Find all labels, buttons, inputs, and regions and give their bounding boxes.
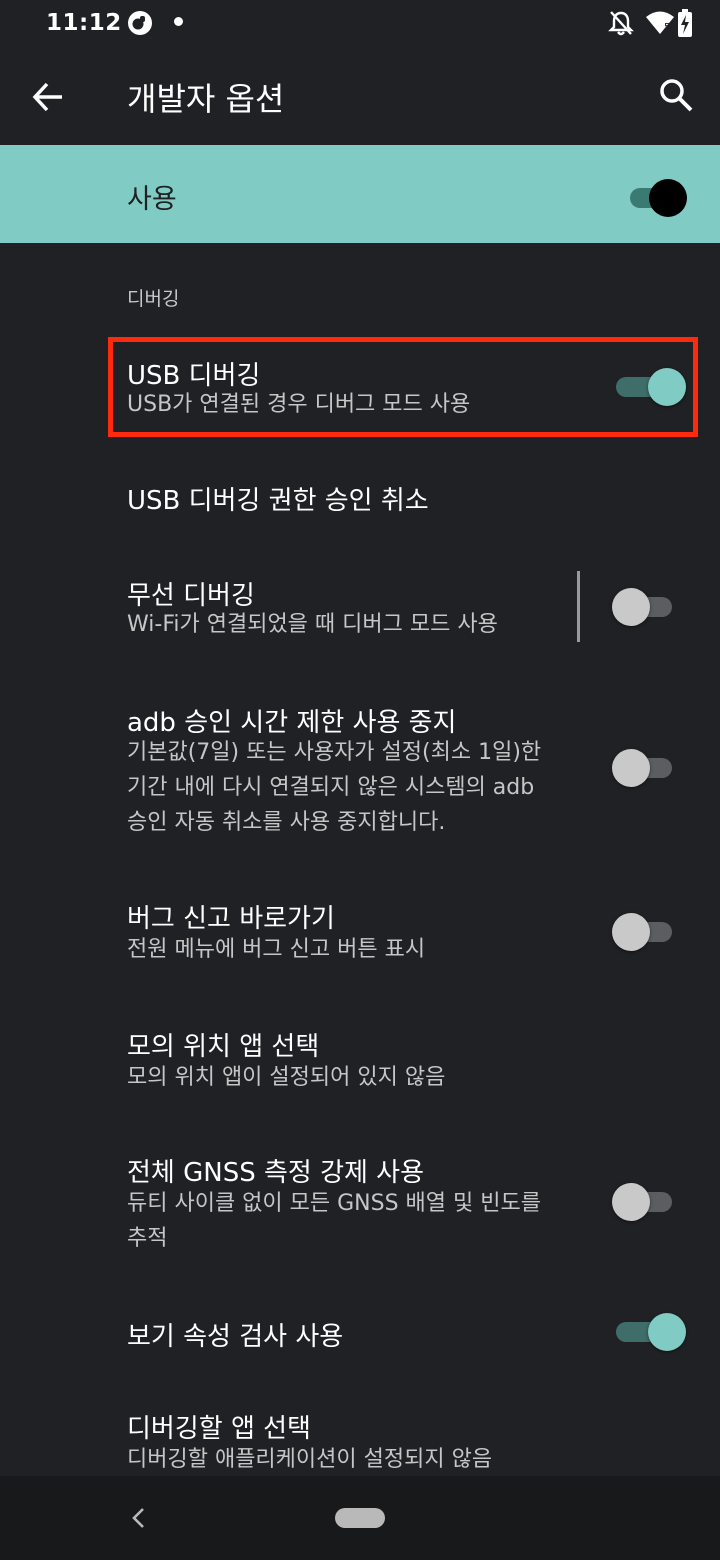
dot-icon: [174, 17, 183, 26]
switch-thumb: [612, 588, 650, 626]
pref-summary: 전원 메뉴에 버그 신고 버튼 표시: [127, 937, 426, 962]
nav-back-icon[interactable]: [128, 1506, 148, 1534]
master-switch-bar[interactable]: 사용: [0, 145, 720, 243]
switch-thumb: [648, 1313, 686, 1351]
switch-thumb: [612, 913, 650, 951]
arrow-back-icon[interactable]: [30, 79, 66, 119]
pref-force-full-gnss[interactable]: 전체 GNSS 측정 강제 사용 듀티 사이클 없이 모든 GNSS 배열 및 …: [0, 1136, 720, 1266]
pref-view-attribute-inspection[interactable]: 보기 속성 검사 사용: [0, 1282, 720, 1382]
master-switch-toggle[interactable]: [628, 178, 690, 222]
category-debugging-title: 디버깅: [127, 288, 180, 310]
search-icon[interactable]: [658, 77, 694, 117]
master-switch-label: 사용: [127, 184, 177, 215]
battery-charging-icon: [678, 9, 692, 41]
pref-summary: 디버깅할 애플리케이션이 설정되지 않음: [127, 1447, 493, 1472]
pref-summary: 모의 위치 앱이 설정되어 있지 않음: [127, 1065, 446, 1090]
bug-report-switch[interactable]: [612, 912, 676, 952]
pref-wireless-debugging[interactable]: 무선 디버깅 Wi-Fi가 연결되었을 때 디버그 모드 사용: [0, 555, 720, 660]
pref-title: 전체 GNSS 측정 강제 사용: [127, 1158, 425, 1188]
highlight-annotation-box: [108, 337, 698, 437]
status-bar: 11:12 5: [0, 0, 720, 48]
pref-title: 보기 속성 검사 사용: [127, 1322, 344, 1352]
pref-summary: 듀티 사이클 없이 모든 GNSS 배열 및 빈도를 추적: [127, 1191, 541, 1251]
vertical-divider: [577, 571, 580, 642]
pref-adb-authorization-timeout[interactable]: adb 승인 시간 제한 사용 중지 기본값(7일) 또는 사용자가 설정(최소…: [0, 690, 720, 850]
bell-off-icon: [608, 9, 634, 41]
adb-timeout-switch[interactable]: [612, 748, 676, 788]
view-attribute-switch[interactable]: [612, 1312, 686, 1352]
app-notification-icon: [126, 9, 154, 41]
pref-bug-report-shortcut[interactable]: 버그 신고 바로가기 전원 메뉴에 버그 신고 버튼 표시: [0, 880, 720, 980]
gnss-switch[interactable]: [612, 1182, 676, 1222]
switch-thumb: [612, 749, 650, 787]
pref-title: USB 디버깅 권한 승인 취소: [127, 486, 429, 516]
svg-text:5: 5: [664, 22, 670, 33]
home-pill-icon[interactable]: [335, 1508, 385, 1528]
pref-title: 모의 위치 앱 선택: [127, 1032, 320, 1062]
page-title: 개발자 옵션: [127, 80, 285, 118]
switch-thumb: [612, 1183, 650, 1221]
pref-summary: Wi-Fi가 연결되었을 때 디버그 모드 사용: [127, 612, 498, 637]
system-nav-bar: [0, 1476, 720, 1560]
pref-title: 디버깅할 앱 선택: [127, 1414, 311, 1444]
pref-mock-location-app[interactable]: 모의 위치 앱 선택 모의 위치 앱이 설정되어 있지 않음: [0, 1008, 720, 1108]
pref-summary: 기본값(7일) 또는 사용자가 설정(최소 1일)한 기간 내에 다시 연결되지…: [127, 740, 542, 835]
wireless-debugging-switch[interactable]: [612, 587, 676, 627]
app-toolbar: 개발자 옵션: [0, 48, 720, 144]
pref-select-debug-app[interactable]: 디버깅할 앱 선택 디버깅할 애플리케이션이 설정되지 않음: [0, 1392, 720, 1476]
pref-title: adb 승인 시간 제한 사용 중지: [127, 708, 457, 738]
pref-revoke-usb-authorizations[interactable]: USB 디버깅 권한 승인 취소: [0, 440, 720, 550]
wifi-icon: 5: [645, 10, 675, 40]
pref-title: 버그 신고 바로가기: [127, 904, 335, 934]
status-time: 11:12: [46, 10, 122, 36]
